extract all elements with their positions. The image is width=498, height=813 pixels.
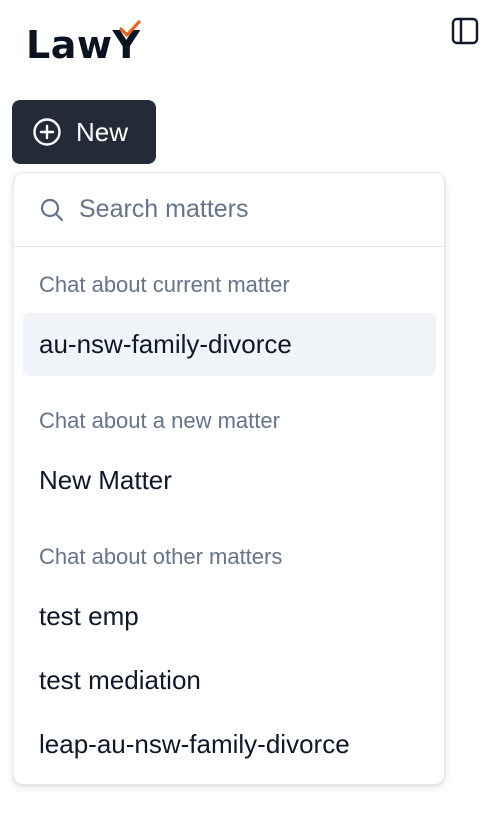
group-heading-new-matter: Chat about a new matter (39, 408, 280, 433)
matter-item-leap-au-nsw-family-divorce[interactable]: leap-au-nsw-family-divorce (23, 713, 436, 776)
app-root: Law Y New Search matters Chat about curr… (0, 0, 498, 813)
group-heading-other-matters: Chat about other matters (39, 544, 283, 569)
search-matters-input[interactable] (79, 195, 419, 224)
sidebar-panel-icon (451, 17, 479, 45)
group-heading-current-matter: Chat about current matter (39, 272, 290, 297)
matter-item-test-emp[interactable]: test emp (23, 585, 436, 648)
matter-item-new-matter[interactable]: New Matter (23, 449, 436, 512)
matter-picker-dropdown: Chat about current matter au-nsw-family-… (13, 172, 445, 785)
matter-item-current[interactable]: au-nsw-family-divorce (23, 313, 436, 376)
search-row (14, 173, 444, 247)
matter-item-test-mediation[interactable]: test mediation (23, 649, 436, 712)
plus-circle-icon (32, 117, 62, 147)
lawy-logo: Law Y (26, 18, 142, 67)
search-icon (39, 197, 65, 223)
logo-accent-letter: Y (112, 20, 142, 64)
new-button-label: New (76, 116, 129, 147)
checkmark-logo-icon (119, 20, 142, 37)
sidebar-toggle-button[interactable] (451, 17, 479, 45)
new-chat-button[interactable]: New (12, 100, 156, 164)
logo-text: Law (26, 23, 113, 67)
